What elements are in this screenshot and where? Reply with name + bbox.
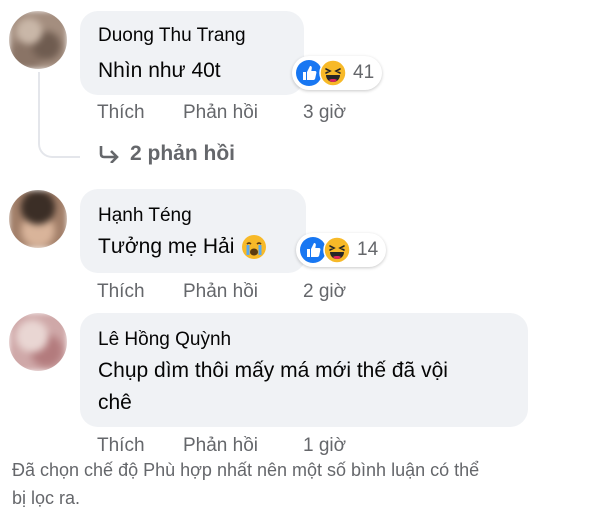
comment-time[interactable]: 2 giờ <box>303 281 346 303</box>
comments-section: Duong Thu Trang Nhìn như 40t 41 Thích Ph… <box>0 0 600 518</box>
reaction-count: 14 <box>357 239 379 260</box>
comment-author[interactable]: Lê Hồng Quỳnh <box>98 329 231 351</box>
comment-author[interactable]: Hạnh Téng <box>98 205 192 227</box>
view-replies-link[interactable]: 2 phản hồi <box>98 142 235 166</box>
reply-link[interactable]: Phản hồi <box>183 281 258 303</box>
comment-time[interactable]: 1 giờ <box>303 435 346 457</box>
filter-notice: Đã chọn chế độ Phù hợp nhất nên một số b… <box>12 456 592 512</box>
comment-bubble: Duong Thu Trang Nhìn như 40t <box>80 11 304 95</box>
replies-label: 2 phản hồi <box>130 142 235 165</box>
comment-time[interactable]: 3 giờ <box>303 102 346 124</box>
comment-author[interactable]: Duong Thu Trang <box>98 25 246 47</box>
filter-notice-line2: bị lọc ra. <box>12 488 81 508</box>
like-link[interactable]: Thích <box>97 281 145 303</box>
comment-text: Nhìn như 40t <box>98 59 221 82</box>
comment-text-line1: Chụp dìm thôi mấy má mới thế đã vội <box>98 359 448 382</box>
comment-bubble: Lê Hồng Quỳnh Chụp dìm thôi mấy má mới t… <box>80 313 528 427</box>
comment-text: Tưởng mẹ Hải <box>98 231 267 263</box>
comment-text-content: Tưởng mẹ Hải <box>98 235 235 258</box>
reaction-summary[interactable]: 41 <box>292 56 383 90</box>
filter-notice-line1: Đã chọn chế độ Phù hợp nhất nên một số b… <box>12 460 480 480</box>
avatar[interactable] <box>9 313 67 371</box>
comment-text-line2: chê <box>98 391 132 414</box>
like-link[interactable]: Thích <box>97 102 145 124</box>
crying-face-icon <box>242 235 267 259</box>
reply-link[interactable]: Phản hồi <box>183 435 258 457</box>
reaction-count: 41 <box>353 62 375 83</box>
comment-bubble: Hạnh Téng Tưởng mẹ Hải <box>80 189 306 273</box>
reply-arrow-icon <box>99 146 119 163</box>
reaction-summary[interactable]: 14 <box>296 233 387 267</box>
haha-icon <box>319 59 347 87</box>
avatar[interactable] <box>9 11 67 69</box>
reply-link[interactable]: Phản hồi <box>183 102 258 124</box>
thread-line <box>38 72 80 158</box>
like-link[interactable]: Thích <box>97 435 145 457</box>
haha-icon <box>323 236 351 264</box>
avatar[interactable] <box>9 190 67 248</box>
